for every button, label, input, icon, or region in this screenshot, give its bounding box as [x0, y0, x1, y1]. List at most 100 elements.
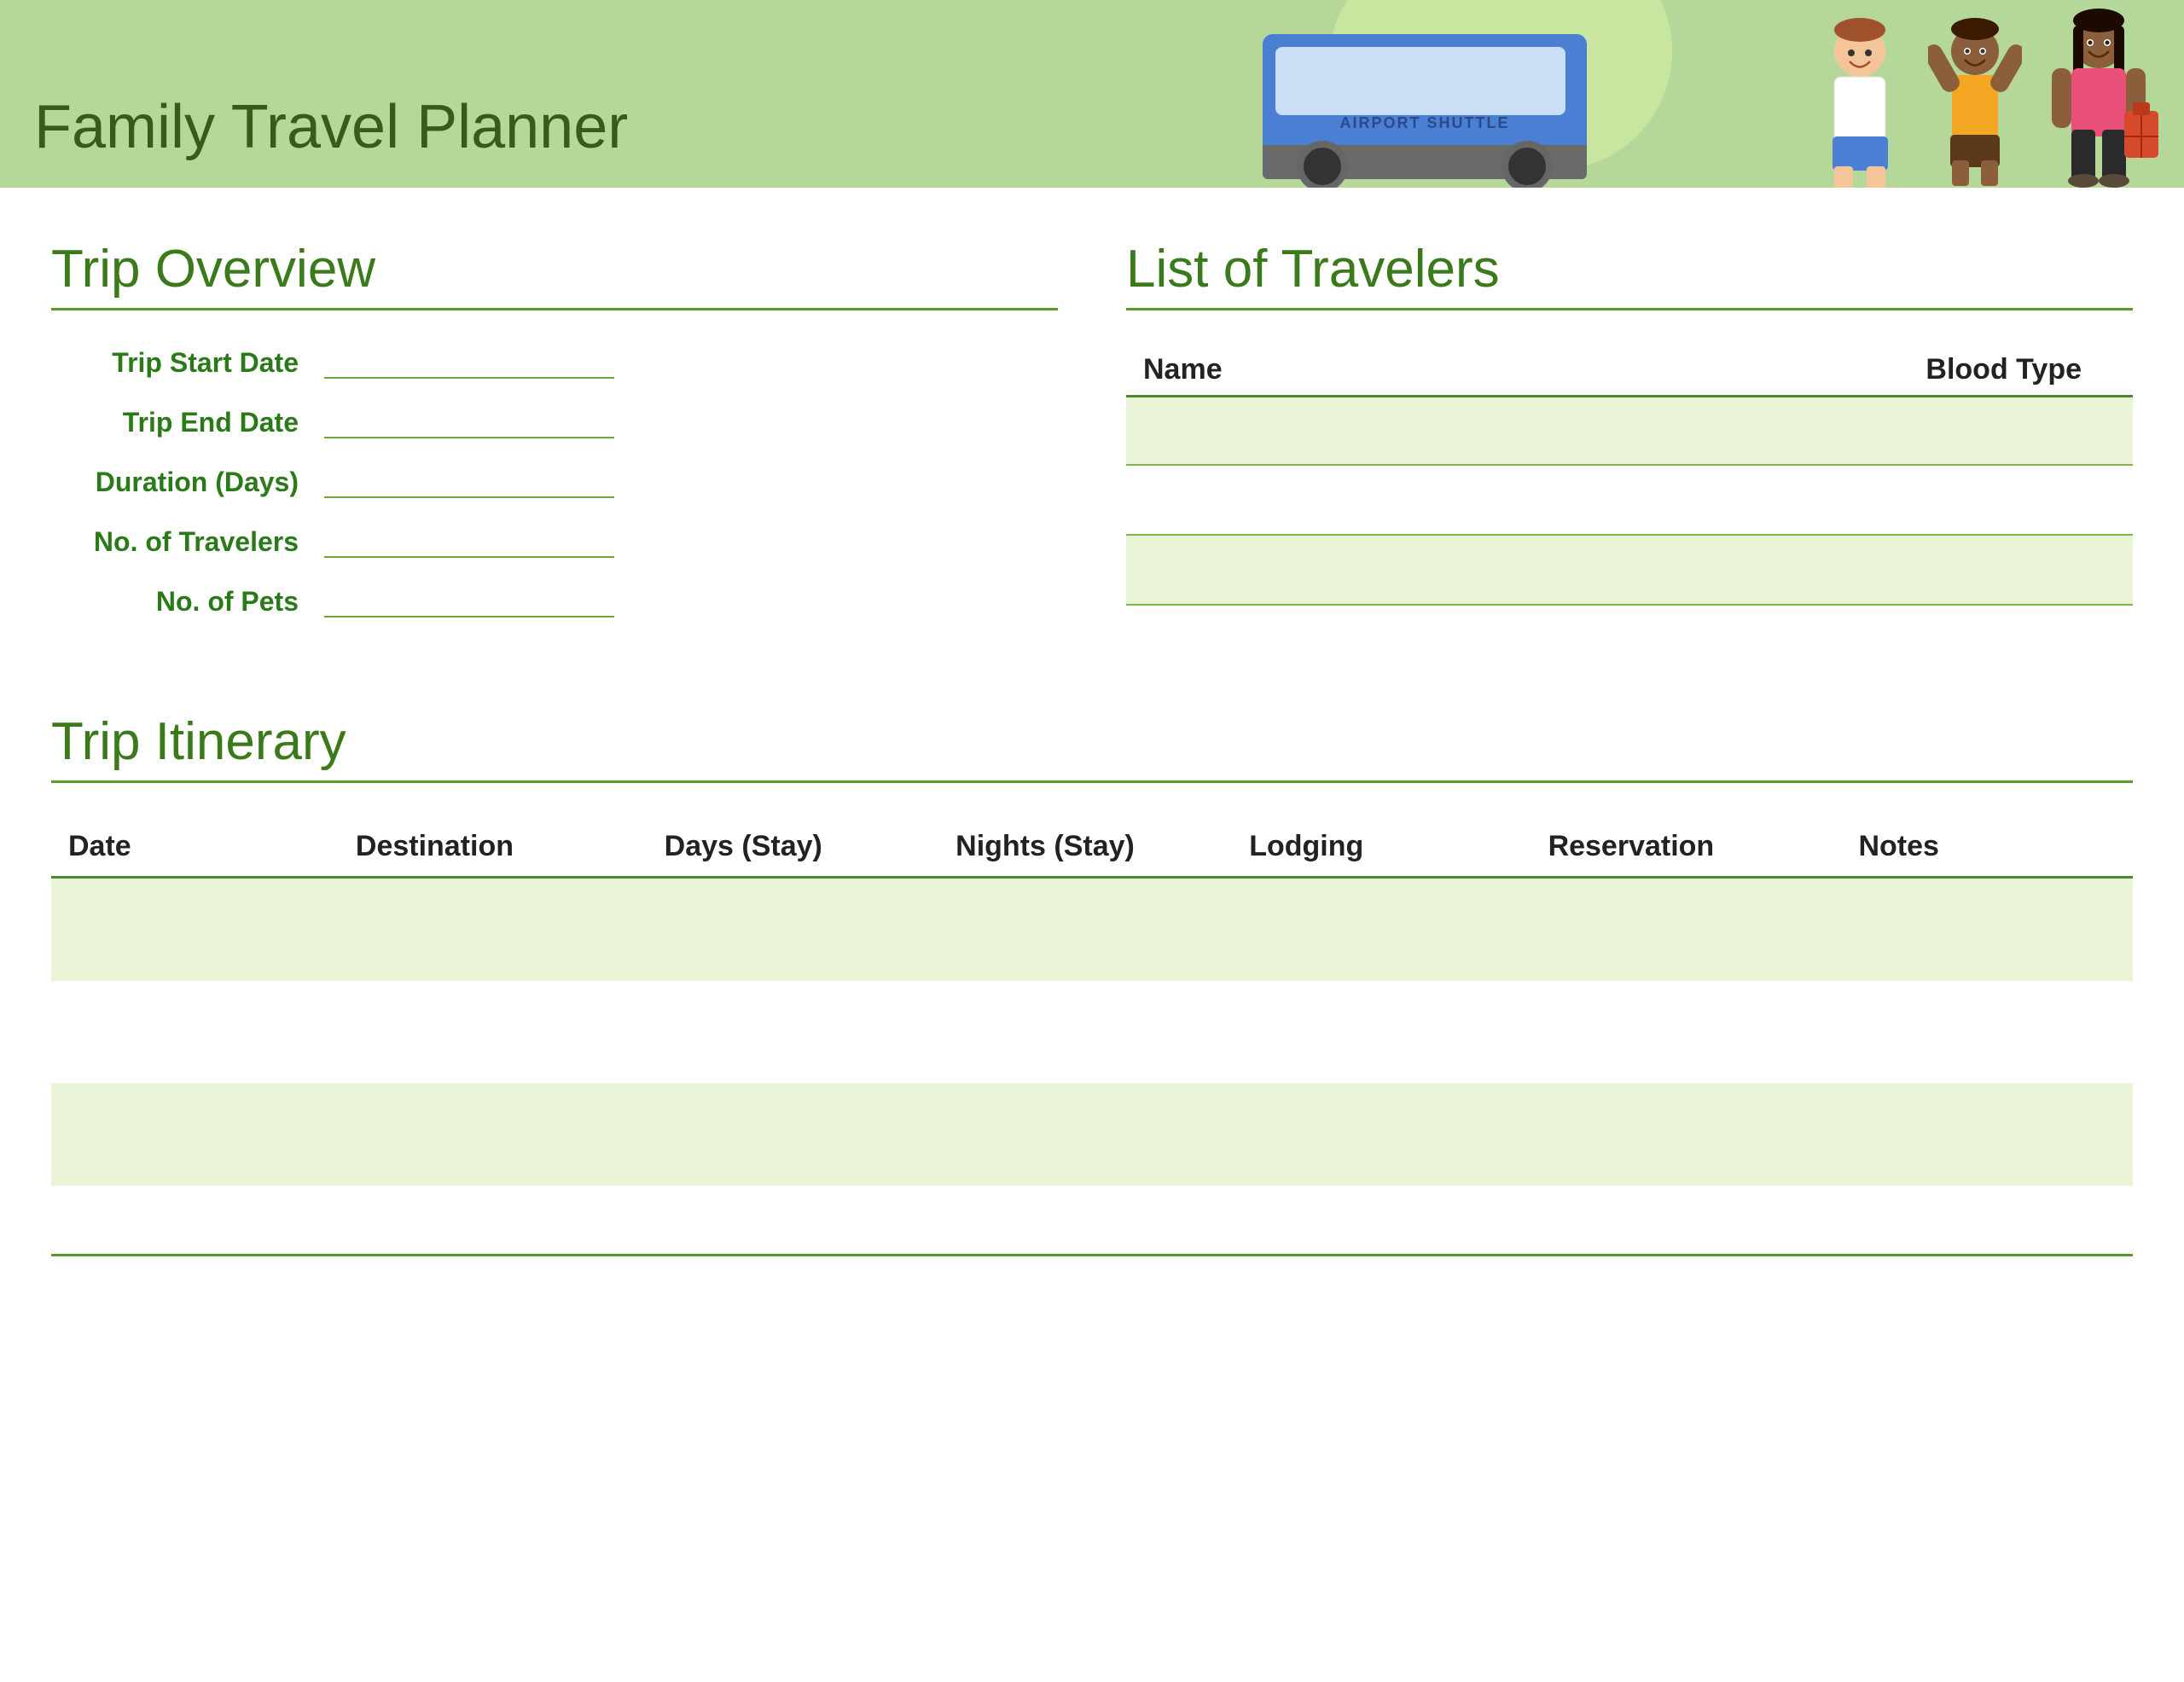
traveler-3-name-input[interactable]	[1126, 536, 1629, 604]
travelers-header-row: Name Blood Type	[1126, 345, 2133, 397]
person-2	[1928, 17, 2022, 188]
no-of-travelers-input[interactable]	[324, 524, 614, 558]
itinerary-1-reservation[interactable]	[1531, 878, 1842, 982]
trip-start-date-input[interactable]	[324, 345, 614, 379]
footer-divider	[51, 1254, 2133, 1256]
itinerary-2-date-input[interactable]	[68, 989, 322, 1075]
itinerary-2-notes[interactable]	[1841, 981, 2133, 1083]
trip-start-date-label: Trip Start Date	[51, 347, 324, 379]
itinerary-2-days-input[interactable]	[665, 989, 922, 1075]
itinerary-row-2	[51, 981, 2133, 1083]
travelers-table: Name Blood Type	[1126, 345, 2133, 606]
traveler-3-blood[interactable]	[1629, 535, 2133, 605]
itinerary-col-lodging: Lodging	[1232, 817, 1531, 878]
traveler-1-name-input[interactable]	[1126, 397, 1629, 464]
traveler-2-blood-input[interactable]	[1629, 466, 2133, 534]
itinerary-3-reservation-input[interactable]	[1548, 1092, 1825, 1177]
itinerary-col-destination: Destination	[339, 817, 648, 878]
trip-itinerary-section: Trip Itinerary Date Destination Days (St…	[51, 711, 2133, 1186]
duration-days-label: Duration (Days)	[51, 467, 324, 498]
list-of-travelers-section: List of Travelers Name Blood Type	[1126, 239, 2133, 643]
traveler-3-name[interactable]	[1126, 535, 1629, 605]
person-3	[2039, 9, 2158, 188]
itinerary-3-lodging[interactable]	[1232, 1083, 1531, 1186]
traveler-2-blood[interactable]	[1629, 465, 2133, 535]
itinerary-2-reservation-input[interactable]	[1548, 989, 1825, 1075]
traveler-row-3	[1126, 535, 2133, 605]
itinerary-1-destination[interactable]	[339, 878, 648, 982]
bus-wheel-left	[1297, 141, 1348, 188]
itinerary-2-days[interactable]	[648, 981, 939, 1083]
itinerary-1-lodging[interactable]	[1232, 878, 1531, 982]
itinerary-table: Date Destination Days (Stay) Nights (Sta…	[51, 817, 2133, 1186]
itinerary-1-destination-input[interactable]	[356, 887, 630, 972]
traveler-row-2	[1126, 465, 2133, 535]
itinerary-3-days-input[interactable]	[665, 1092, 922, 1177]
trip-end-date-label: Trip End Date	[51, 407, 324, 438]
itinerary-3-date[interactable]	[51, 1083, 339, 1186]
itinerary-1-date-input[interactable]	[68, 887, 322, 972]
person-1	[1809, 17, 1911, 188]
itinerary-2-lodging-input[interactable]	[1249, 989, 1513, 1075]
no-of-pets-row: No. of Pets	[51, 583, 1058, 618]
itinerary-header-row: Date Destination Days (Stay) Nights (Sta…	[51, 817, 2133, 878]
itinerary-3-notes[interactable]	[1841, 1083, 2133, 1186]
itinerary-3-destination-input[interactable]	[356, 1092, 630, 1177]
traveler-1-blood-input[interactable]	[1629, 397, 2133, 464]
no-of-travelers-label: No. of Travelers	[51, 526, 324, 558]
trip-end-date-row: Trip End Date	[51, 404, 1058, 438]
itinerary-3-days[interactable]	[648, 1083, 939, 1186]
itinerary-3-destination[interactable]	[339, 1083, 648, 1186]
duration-days-input[interactable]	[324, 464, 614, 498]
itinerary-1-notes-input[interactable]	[1858, 887, 2116, 972]
itinerary-3-date-input[interactable]	[68, 1092, 322, 1177]
itinerary-1-days[interactable]	[648, 878, 939, 982]
itinerary-col-reservation: Reservation	[1531, 817, 1842, 878]
page-title: Family Travel Planner	[34, 92, 628, 162]
traveler-1-blood[interactable]	[1629, 397, 2133, 465]
itinerary-col-date: Date	[51, 817, 339, 878]
itinerary-2-date[interactable]	[51, 981, 339, 1083]
bus-wheel-right	[1502, 141, 1553, 188]
itinerary-2-nights[interactable]	[938, 981, 1232, 1083]
trip-start-date-row: Trip Start Date	[51, 345, 1058, 379]
itinerary-2-reservation[interactable]	[1531, 981, 1842, 1083]
itinerary-2-notes-input[interactable]	[1858, 989, 2116, 1075]
travelers-col-blood-type: Blood Type	[1629, 345, 2133, 397]
itinerary-1-lodging-input[interactable]	[1249, 887, 1513, 972]
bus-windshield	[1275, 47, 1565, 115]
itinerary-3-lodging-input[interactable]	[1249, 1092, 1513, 1177]
trip-itinerary-title: Trip Itinerary	[51, 711, 2133, 783]
itinerary-3-nights-input[interactable]	[956, 1092, 1215, 1177]
itinerary-2-destination[interactable]	[339, 981, 648, 1083]
no-of-pets-label: No. of Pets	[51, 586, 324, 618]
itinerary-2-nights-input[interactable]	[956, 989, 1215, 1075]
traveler-row-1	[1126, 397, 2133, 465]
travelers-col-name: Name	[1126, 345, 1629, 397]
itinerary-2-lodging[interactable]	[1232, 981, 1531, 1083]
itinerary-1-nights[interactable]	[938, 878, 1232, 982]
itinerary-1-nights-input[interactable]	[956, 887, 1215, 972]
itinerary-3-notes-input[interactable]	[1858, 1092, 2116, 1177]
traveler-2-name[interactable]	[1126, 465, 1629, 535]
trip-end-date-input[interactable]	[324, 404, 614, 438]
traveler-3-blood-input[interactable]	[1629, 536, 2133, 604]
itinerary-1-date[interactable]	[51, 878, 339, 982]
itinerary-1-notes[interactable]	[1841, 878, 2133, 982]
bus-label: AIRPORT SHUTTLE	[1263, 114, 1587, 132]
trip-overview-title: Trip Overview	[51, 239, 1058, 310]
people-illustration	[1809, 9, 2158, 188]
itinerary-row-1	[51, 878, 2133, 982]
itinerary-row-3	[51, 1083, 2133, 1186]
itinerary-3-reservation[interactable]	[1531, 1083, 1842, 1186]
traveler-2-name-input[interactable]	[1126, 466, 1629, 534]
itinerary-1-days-input[interactable]	[665, 887, 922, 972]
traveler-1-name[interactable]	[1126, 397, 1629, 465]
itinerary-3-nights[interactable]	[938, 1083, 1232, 1186]
itinerary-2-destination-input[interactable]	[356, 989, 630, 1075]
no-of-pets-input[interactable]	[324, 583, 614, 618]
itinerary-col-days-stay: Days (Stay)	[648, 817, 939, 878]
duration-days-row: Duration (Days)	[51, 464, 1058, 498]
top-sections: Trip Overview Trip Start Date Trip End D…	[51, 239, 2133, 643]
itinerary-1-reservation-input[interactable]	[1548, 887, 1825, 972]
